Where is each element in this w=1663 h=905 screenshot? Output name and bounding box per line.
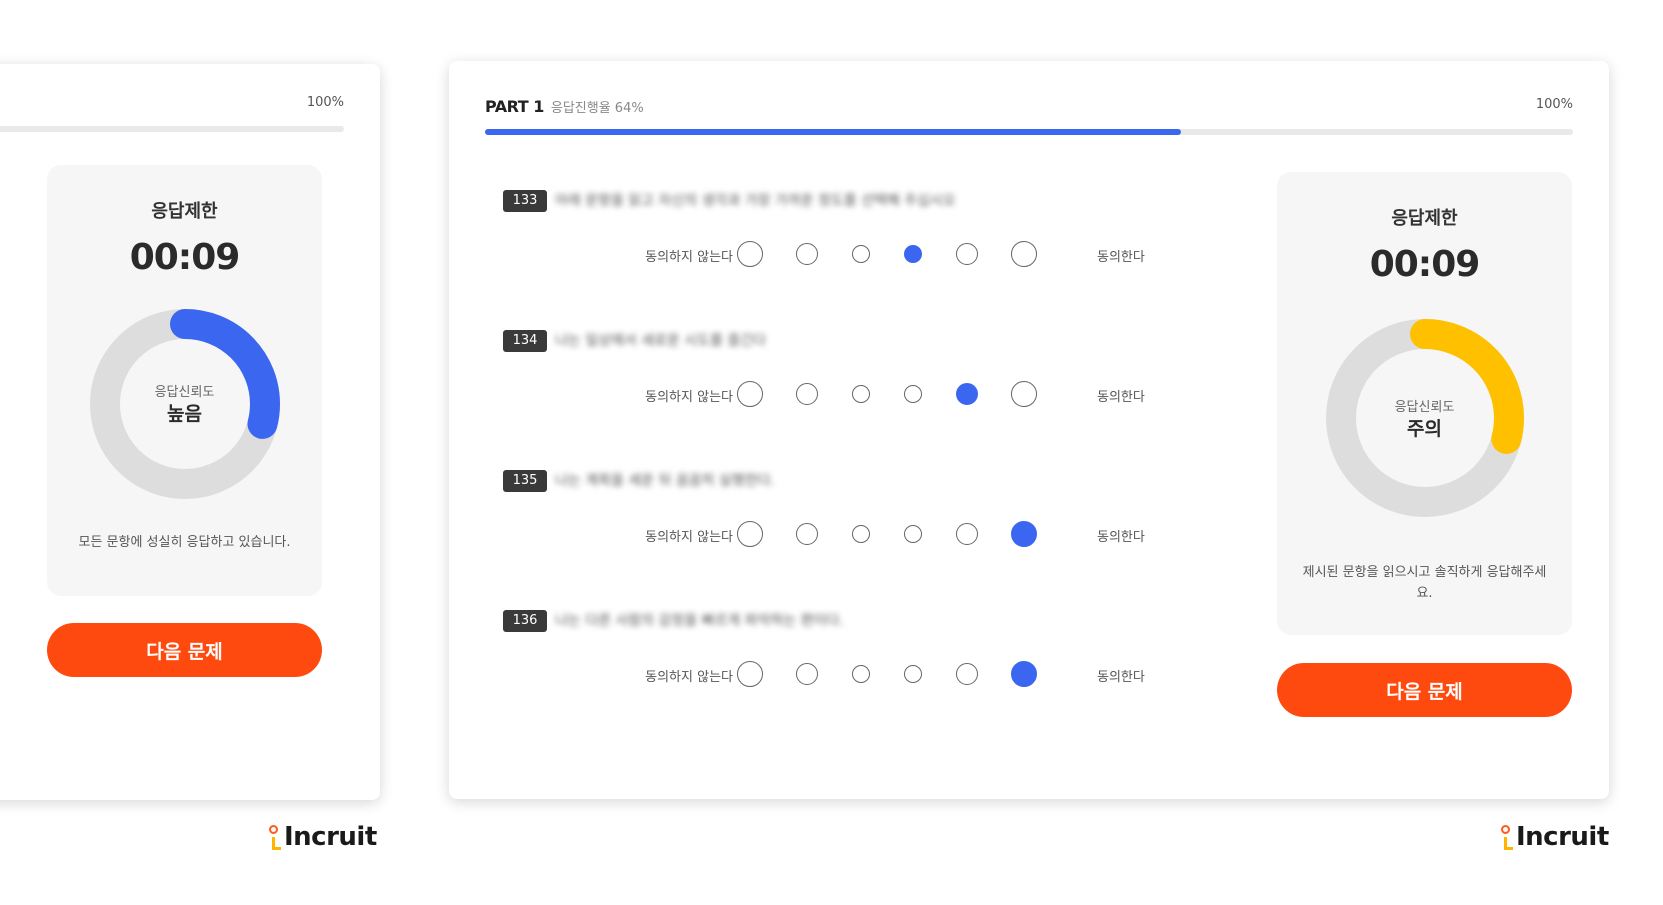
incruit-logo-icon xyxy=(1500,823,1514,851)
reliability-caption: 응답신뢰도 xyxy=(1394,400,1455,415)
incruit-logo-icon xyxy=(268,823,282,851)
question-text: 나는 일상에서 새로운 시도를 즐긴다 xyxy=(555,333,766,349)
reliability-value: 주의 xyxy=(1407,418,1442,440)
scale-low-label: 동의하지 않는다 xyxy=(645,530,733,545)
progress-track xyxy=(0,126,344,132)
progress-track xyxy=(485,129,1573,135)
status-message: 모든 문항에 성실히 응답하고 있습니다. xyxy=(78,535,291,550)
answer-option-5[interactable] xyxy=(956,523,978,545)
answer-option-2[interactable] xyxy=(796,383,818,405)
scale-low-label: 동의하지 않는다 xyxy=(645,250,733,265)
incruit-logo-text: Incruit xyxy=(1516,822,1609,852)
answer-option-4[interactable] xyxy=(904,385,922,403)
answer-option-1[interactable] xyxy=(737,241,763,267)
status-message: 제시된 문항을 읽으시고 솔직하게 응답해주세요. xyxy=(1302,565,1547,601)
reliability-caption: 응답신뢰도 xyxy=(154,385,215,400)
progress-max-label: 100% xyxy=(1535,97,1573,112)
timer-value: 00:09 xyxy=(1369,244,1481,285)
answer-option-6[interactable] xyxy=(1011,521,1037,547)
next-question-button[interactable]: 다음 문제 xyxy=(1277,663,1572,717)
question-number: 133 xyxy=(503,190,547,212)
next-question-button[interactable]: 다음 문제 xyxy=(47,623,322,677)
answer-option-1[interactable] xyxy=(737,381,763,407)
answer-option-1[interactable] xyxy=(737,521,763,547)
part-progress-text: 응답진행율 64% xyxy=(550,101,644,116)
question-number: 136 xyxy=(503,610,547,632)
answer-option-5[interactable] xyxy=(956,663,978,685)
scale-high-label: 동의한다 xyxy=(1097,670,1145,685)
incruit-logo-left: Incruit xyxy=(268,822,377,852)
question-text: 나는 계획을 세운 뒤 꼼꼼히 실행한다. xyxy=(555,473,775,489)
question-item: 136 나는 다른 사람의 감정을 빠르게 파악하는 편이다. 동의하지 않는다… xyxy=(503,610,1163,720)
question-item: 135 나는 계획을 세운 뒤 꼼꼼히 실행한다. 동의하지 않는다 동의한다 xyxy=(503,470,1163,580)
answer-option-6[interactable] xyxy=(1011,661,1037,687)
scale-high-label: 동의한다 xyxy=(1097,250,1145,265)
answer-option-2[interactable] xyxy=(796,243,818,265)
answer-option-2[interactable] xyxy=(796,523,818,545)
answer-option-2[interactable] xyxy=(796,663,818,685)
progress-max-label: 100% xyxy=(306,95,344,110)
incruit-logo-right: Incruit xyxy=(1500,822,1609,852)
main-assessment-card: PART 1 응답진행율 64% 100% 133 아래 문항을 읽고 자신의 … xyxy=(449,61,1609,799)
scale-high-label: 동의한다 xyxy=(1097,390,1145,405)
timer-panel: 응답제한 00:09 응답신뢰도 주의 제시된 문항을 읽으시고 솔직하게 응답… xyxy=(1277,172,1572,635)
scale-low-label: 동의하지 않는다 xyxy=(645,670,733,685)
question-item: 134 나는 일상에서 새로운 시도를 즐긴다 동의하지 않는다 동의한다 xyxy=(503,330,1163,440)
answer-option-4[interactable] xyxy=(904,665,922,683)
scale-high-label: 동의한다 xyxy=(1097,530,1145,545)
answer-option-3[interactable] xyxy=(852,665,870,683)
incruit-logo-text: Incruit xyxy=(284,822,377,852)
timer-value: 00:09 xyxy=(129,237,241,278)
question-text: 아래 문항을 읽고 자신의 생각과 가장 가까운 정도를 선택해 주십시오 xyxy=(555,193,956,209)
answer-option-3[interactable] xyxy=(852,385,870,403)
question-number: 135 xyxy=(503,470,547,492)
part-label: PART 1 xyxy=(485,97,544,116)
reliability-value: 높음 xyxy=(167,403,202,425)
answer-option-4[interactable] xyxy=(904,525,922,543)
timer-panel: 응답제한 00:09 응답신뢰도 높음 모든 문항에 성실히 응답하고 있습니다… xyxy=(47,165,322,596)
left-assessment-card: 100% 응답제한 00:09 응답신뢰도 높음 모든 문항에 성실히 응답하고… xyxy=(0,64,380,800)
question-number: 134 xyxy=(503,330,547,352)
scale-low-label: 동의하지 않는다 xyxy=(645,390,733,405)
answer-option-3[interactable] xyxy=(852,525,870,543)
answer-option-5[interactable] xyxy=(956,383,978,405)
answer-option-6[interactable] xyxy=(1011,241,1037,267)
question-text: 나는 다른 사람의 감정을 빠르게 파악하는 편이다. xyxy=(555,613,844,629)
part-header: PART 1 응답진행율 64% xyxy=(485,97,644,116)
answer-option-5[interactable] xyxy=(956,243,978,265)
timer-label: 응답제한 xyxy=(151,201,218,222)
question-item: 133 아래 문항을 읽고 자신의 생각과 가장 가까운 정도를 선택해 주십시… xyxy=(503,190,1163,300)
progress-fill xyxy=(485,129,1182,135)
answer-option-1[interactable] xyxy=(737,661,763,687)
timer-label: 응답제한 xyxy=(1391,208,1458,229)
answer-option-4[interactable] xyxy=(904,245,922,263)
answer-option-3[interactable] xyxy=(852,245,870,263)
answer-option-6[interactable] xyxy=(1011,381,1037,407)
